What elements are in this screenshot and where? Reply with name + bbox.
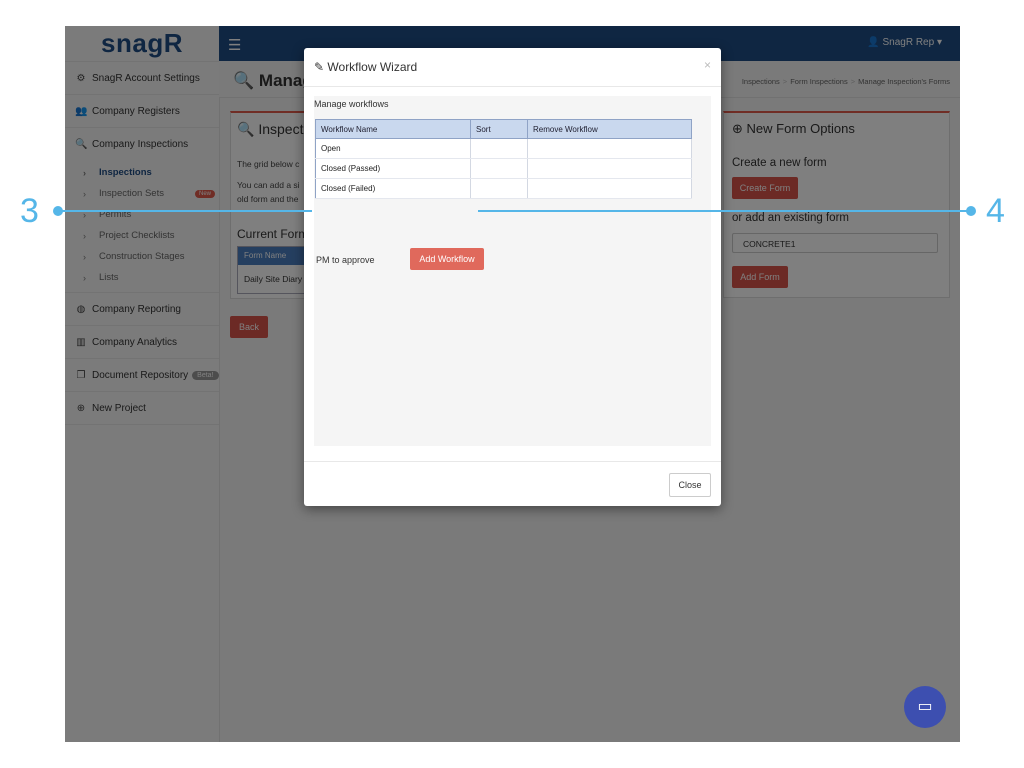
table-row[interactable]: Closed (Passed): [315, 158, 692, 179]
close-icon[interactable]: ×: [704, 58, 711, 72]
sort-cell[interactable]: [470, 158, 528, 179]
modal-title: ✎ Workflow Wizard: [314, 60, 417, 74]
modal-footer: Close: [304, 461, 721, 507]
new-workflow-input[interactable]: PM to approve: [314, 251, 406, 269]
table-row[interactable]: Open: [315, 138, 692, 159]
workflow-name-cell: Open: [315, 138, 471, 159]
manage-workflows-label: Manage workflows: [314, 99, 389, 109]
modal-title-text: Workflow Wizard: [327, 60, 418, 74]
remove-workflow-cell[interactable]: [527, 138, 692, 159]
chat-widget-button[interactable]: ▭: [904, 686, 946, 728]
workflow-table: Workflow Name Sort Remove Workflow Open …: [315, 119, 692, 199]
column-header-sort[interactable]: Sort: [470, 119, 528, 139]
sort-cell[interactable]: [470, 178, 528, 199]
close-button[interactable]: Close: [669, 473, 711, 497]
edit-icon: ✎: [314, 60, 325, 74]
remove-workflow-cell[interactable]: [527, 178, 692, 199]
table-header-row: Workflow Name Sort Remove Workflow: [315, 119, 692, 139]
workflow-name-cell: Closed (Failed): [315, 178, 471, 199]
sort-cell[interactable]: [470, 138, 528, 159]
table-row[interactable]: Closed (Failed): [315, 178, 692, 199]
remove-workflow-cell[interactable]: [527, 158, 692, 179]
workflow-wizard-modal: ✎ Workflow Wizard × Manage workflows Wor…: [304, 48, 721, 506]
callout-line-3: [58, 210, 312, 212]
column-header-remove-workflow: Remove Workflow: [527, 119, 692, 139]
callout-number-3: 3: [20, 192, 39, 230]
chat-icon: ▭: [917, 698, 933, 715]
column-header-workflow-name[interactable]: Workflow Name: [315, 119, 471, 139]
callout-number-4: 4: [986, 192, 1005, 230]
modal-header: ✎ Workflow Wizard ×: [304, 48, 721, 87]
callout-dot-4: [966, 206, 976, 216]
workflow-name-cell: Closed (Passed): [315, 158, 471, 179]
callout-line-4: [478, 210, 970, 212]
add-workflow-button[interactable]: Add Workflow: [410, 248, 484, 270]
modal-body: Manage workflows Workflow Name Sort Remo…: [314, 96, 711, 446]
